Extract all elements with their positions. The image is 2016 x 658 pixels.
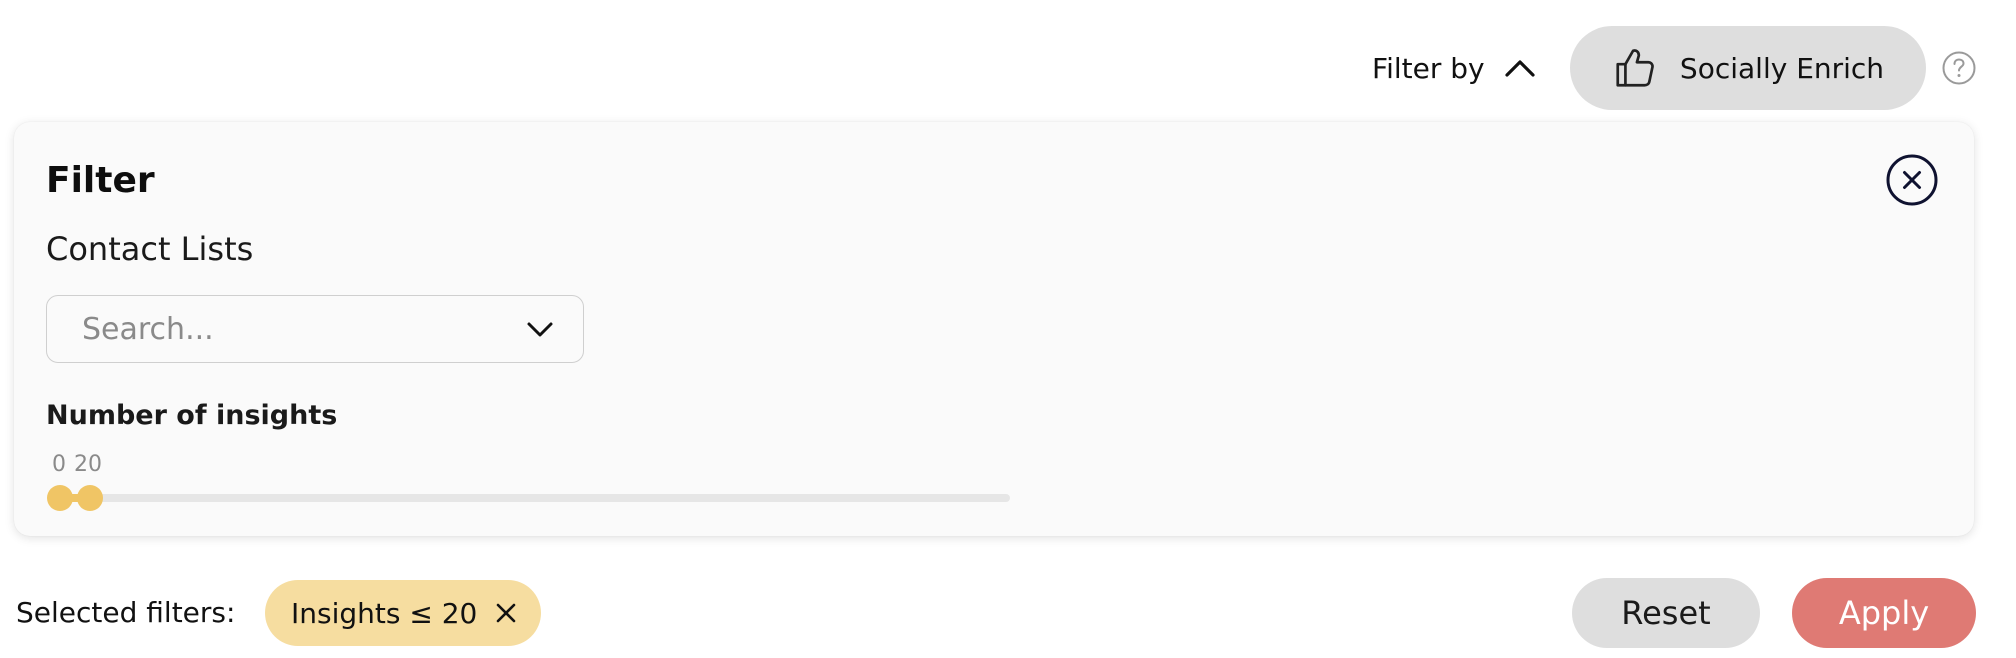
chevron-up-icon <box>1504 60 1535 77</box>
close-icon[interactable] <box>493 600 519 626</box>
insights-slider-track[interactable] <box>50 494 1010 502</box>
apply-button[interactable]: Apply <box>1792 578 1976 648</box>
contact-lists-search-input[interactable] <box>80 310 525 348</box>
insights-slider-min-handle[interactable] <box>47 485 73 511</box>
filter-chip-insights: Insights ≤ 20 <box>265 580 541 646</box>
question-circle-icon[interactable] <box>1941 50 1977 86</box>
insights-slider-max-handle[interactable] <box>77 485 103 511</box>
page-root: Filter by Socially Enrich Filter Contact… <box>0 0 2016 658</box>
filter-by-toggle[interactable]: Filter by <box>1372 44 1537 92</box>
chevron-down-icon[interactable] <box>525 319 555 339</box>
close-filter-button[interactable] <box>1885 153 1939 207</box>
contact-lists-label: Contact Lists <box>46 230 254 268</box>
insights-min-value: 0 <box>52 452 66 477</box>
filter-by-label: Filter by <box>1372 51 1485 85</box>
socially-enrich-button[interactable]: Socially Enrich <box>1570 26 1926 110</box>
thumbs-up-icon <box>1616 49 1654 87</box>
socially-enrich-label: Socially Enrich <box>1679 51 1885 85</box>
reset-button[interactable]: Reset <box>1572 578 1760 648</box>
filter-panel-title: Filter <box>46 160 155 201</box>
filter-chip-label: Insights ≤ 20 <box>291 596 478 630</box>
insights-max-value: 20 <box>74 452 102 477</box>
contact-lists-dropdown[interactable] <box>46 295 584 363</box>
filter-panel: Filter Contact Lists Number of insights … <box>14 122 1974 536</box>
number-of-insights-label: Number of insights <box>46 400 338 431</box>
selected-filters-label: Selected filters: <box>16 596 236 629</box>
close-circle-icon <box>1886 154 1938 206</box>
